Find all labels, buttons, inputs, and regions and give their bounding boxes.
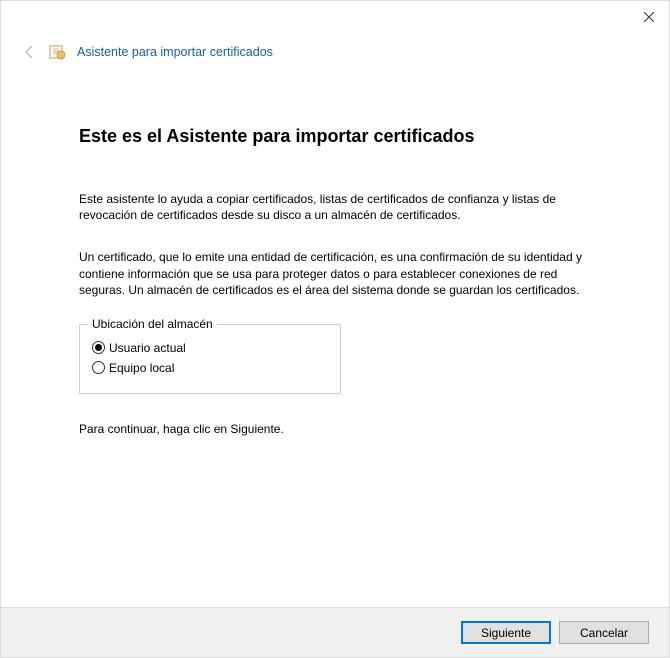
intro-text: Este asistente lo ayuda a copiar certifi… xyxy=(79,191,591,223)
continue-hint: Para continuar, haga clic en Siguiente. xyxy=(79,422,591,436)
wizard-header: Asistente para importar certificados xyxy=(1,33,669,61)
wizard-footer: Siguiente Cancelar xyxy=(1,607,669,657)
radio-label: Equipo local xyxy=(109,361,174,375)
cancel-button[interactable]: Cancelar xyxy=(559,621,649,644)
description-text: Un certificado, que lo emite una entidad… xyxy=(79,249,591,298)
close-button[interactable] xyxy=(641,9,657,25)
wizard-content: Este es el Asistente para importar certi… xyxy=(1,61,669,436)
radio-icon xyxy=(92,341,105,354)
next-button[interactable]: Siguiente xyxy=(461,621,551,644)
radio-local-machine[interactable]: Equipo local xyxy=(92,361,328,375)
wizard-title: Asistente para importar certificados xyxy=(77,45,273,59)
page-heading: Este es el Asistente para importar certi… xyxy=(79,126,591,147)
radio-label: Usuario actual xyxy=(109,341,186,355)
radio-current-user[interactable]: Usuario actual xyxy=(92,341,328,355)
radio-icon xyxy=(92,361,105,374)
store-location-legend: Ubicación del almacén xyxy=(88,317,217,331)
back-arrow-icon xyxy=(21,43,39,61)
certificate-icon xyxy=(49,43,67,61)
store-location-group: Ubicación del almacén Usuario actual Equ… xyxy=(79,324,341,394)
